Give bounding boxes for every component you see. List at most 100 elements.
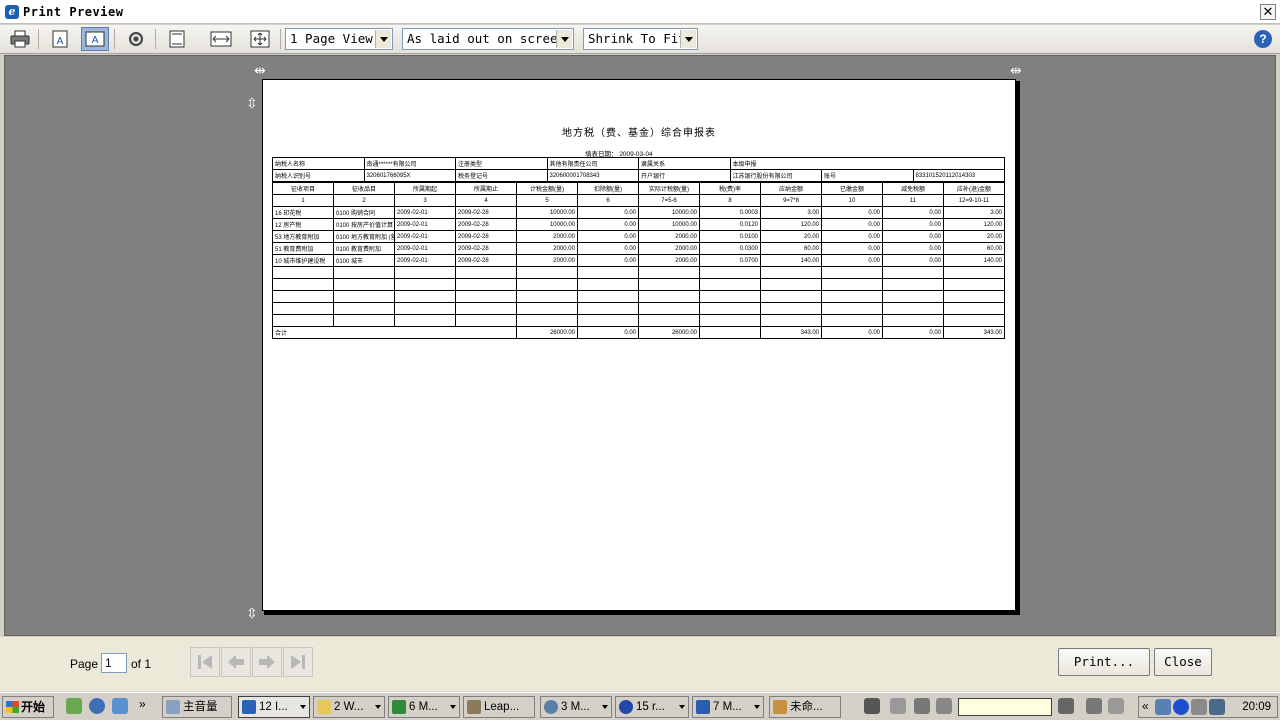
table-cell: 2000.00 (638, 230, 700, 243)
layout-select[interactable]: As laid out on screen (402, 28, 574, 50)
portrait-icon[interactable]: A (46, 27, 74, 51)
left-margin-handle-icon[interactable]: ⇹ (254, 63, 266, 77)
taskbar-input-field[interactable] (958, 698, 1052, 716)
table-cell: 3.00 (760, 206, 822, 219)
tray-notepad-icon[interactable] (1058, 698, 1074, 714)
system-tray: « 20:09 (1138, 696, 1278, 718)
tray-expand-icon[interactable]: « (1142, 699, 1149, 713)
tray-ime-icon[interactable] (914, 698, 930, 714)
taskbar-item-ie[interactable]: 12 I... (238, 696, 310, 718)
info-cell: 320600001708343 (546, 169, 639, 182)
table-cell: 3.00 (943, 206, 1005, 219)
taskbar-item-volume[interactable]: 主音量 (162, 696, 232, 718)
blank-row (272, 314, 1005, 327)
print-icon[interactable] (6, 27, 34, 51)
column-number: 7=5-6 (638, 194, 700, 207)
next-page-icon[interactable] (252, 647, 282, 677)
toolbar: A A 1 Page View As laid out on screen Sh… (0, 25, 1280, 54)
taskbar-item-3m[interactable]: 3 M... (540, 696, 612, 718)
tray-tool-icon[interactable] (936, 698, 952, 714)
svg-text:A: A (92, 35, 99, 46)
column-number: 3 (394, 194, 456, 207)
taskbar-item-excel[interactable]: 6 M... (388, 696, 460, 718)
info-cell: 税务登记号 (455, 169, 548, 182)
total-cell: 343.00 (943, 326, 1005, 339)
taskbar-item-leap[interactable]: Leap... (463, 696, 535, 718)
full-page-icon[interactable] (246, 27, 274, 51)
right-margin-handle-icon[interactable]: ⇹ (1010, 63, 1022, 77)
taskbar-item-explorer[interactable]: 2 W... (313, 696, 385, 718)
quicklaunch-app-icon[interactable] (66, 698, 82, 714)
full-width-icon[interactable] (207, 27, 235, 51)
fit-select[interactable]: Shrink To Fit (583, 28, 698, 50)
column-header: 减免税额 (882, 182, 944, 195)
last-page-icon[interactable] (283, 647, 313, 677)
table-cell: 0.00 (821, 254, 883, 267)
tray-volume-icon[interactable] (1191, 699, 1207, 715)
tray-monitor-icon[interactable] (1209, 699, 1225, 715)
table-cell: 2009-02-01 (394, 206, 456, 219)
tray-network-icon[interactable] (1155, 699, 1171, 715)
column-header: 应补(退)金额 (943, 182, 1005, 195)
media-player-icon[interactable] (89, 698, 105, 714)
tray-window-icon[interactable] (1108, 698, 1124, 714)
taskbar-item-15r[interactable]: 15 r... (615, 696, 689, 718)
page-number-input[interactable]: 1 (101, 653, 127, 673)
column-header: 应纳金额 (760, 182, 822, 195)
total-cell: 0.00 (577, 326, 639, 339)
column-number: 4 (455, 194, 517, 207)
help-icon[interactable]: ? (1254, 30, 1272, 48)
previous-page-icon[interactable] (221, 647, 251, 677)
more-quicklaunch-icon[interactable]: » (139, 697, 146, 711)
info-cell: 注册类型 (455, 157, 548, 170)
tray-pen-icon[interactable] (890, 698, 906, 714)
preview-page: 地方税（费、基金）综合申报表 填表日期： 2009-03-04 纳税人名称 南通*… (262, 79, 1016, 611)
top-margin-handle-icon[interactable]: ⇳ (246, 96, 258, 110)
tray-edit-icon[interactable] (1086, 698, 1102, 714)
header-footer-icon[interactable] (163, 27, 191, 51)
taskbar-item-word[interactable]: 7 M... (692, 696, 764, 718)
show-desktop-icon[interactable] (112, 698, 128, 714)
page-setup-gear-icon[interactable] (122, 27, 150, 51)
print-button[interactable]: Print... (1058, 648, 1150, 676)
total-cell (699, 326, 761, 339)
bottom-margin-handle-icon[interactable]: ⇳ (246, 606, 258, 620)
table-cell: 0.00 (577, 206, 639, 219)
page-view-select[interactable]: 1 Page View (285, 28, 393, 50)
table-cell: 2009-02-01 (394, 230, 456, 243)
column-number: 9=7*8 (760, 194, 822, 207)
column-number: 8 (699, 194, 761, 207)
table-cell: 0.00 (882, 254, 944, 267)
tray-browser-icon[interactable] (1173, 699, 1189, 715)
table-cell: 0.0100 (699, 230, 761, 243)
tray-keyboard-icon[interactable] (864, 698, 880, 714)
table-cell: 0.00 (577, 254, 639, 267)
info-cell: 开户银行 (638, 169, 731, 182)
table-cell: 140.00 (760, 254, 822, 267)
table-cell: 60.00 (760, 242, 822, 255)
tax-declaration-table: 征收项目 征收品目 所属期起 所属期止 计税金额(量) 扣除额(量) 实际计税额(量) 税(费… (272, 182, 1005, 339)
total-cell: 343.00 (760, 326, 822, 339)
table-cell: 2009-02-01 (394, 218, 456, 231)
column-header: 所属期止 (455, 182, 517, 195)
close-window-button[interactable]: ✕ (1260, 4, 1276, 20)
blank-row (272, 266, 1005, 279)
first-page-icon[interactable] (190, 647, 220, 677)
taskbar-item-paint[interactable]: 未命... (769, 696, 841, 718)
chevron-down-icon (556, 30, 572, 48)
info-cell: 320601766095X (363, 169, 456, 182)
table-cell: 0100 地方教育附加 (营 (333, 230, 395, 243)
close-button[interactable]: Close (1154, 648, 1212, 676)
column-header: 所属期起 (394, 182, 456, 195)
table-cell: 120.00 (943, 218, 1005, 231)
column-number: 2 (333, 194, 395, 207)
table-cell: 0100 教育费附加 (333, 242, 395, 255)
total-cell: 0.00 (821, 326, 883, 339)
column-header: 征收项目 (272, 182, 334, 195)
column-number: 1 (272, 194, 334, 207)
table-cell: 12 房产税 (272, 218, 334, 231)
page-count-label: of 1 (131, 657, 152, 671)
landscape-icon[interactable]: A (81, 27, 109, 51)
table-cell: 2000.00 (638, 254, 700, 267)
start-button[interactable]: 开始 (2, 696, 54, 718)
